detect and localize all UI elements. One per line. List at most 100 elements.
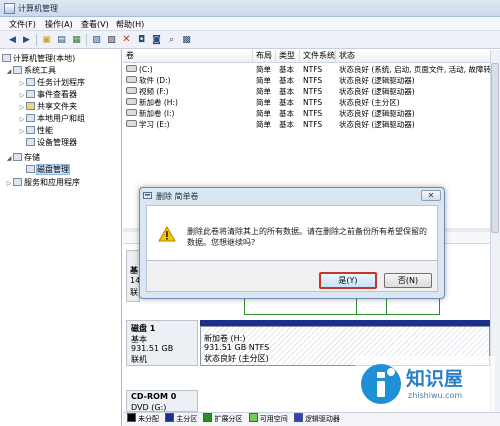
tree-item-local-users[interactable]: ▷ 本地用户和组	[18, 113, 85, 125]
clock-icon	[26, 78, 35, 86]
table-row[interactable]: 新加卷 (H:) 简单 基本 NTFS 状态良好 (主分区)	[123, 97, 500, 108]
partition-size: 931.51 GB NTFS	[204, 343, 270, 352]
cell-vol: 学习 (E:)	[123, 119, 253, 130]
cell-text: 状态良好 (逻辑驱动器)	[339, 76, 415, 85]
cell-type: 基本	[276, 86, 300, 97]
tools-icon	[13, 66, 22, 74]
watermark-text: 知识屋	[406, 368, 464, 390]
tree-item-shared-folders[interactable]: ▷ 共享文件夹	[18, 101, 77, 113]
scrollbar-thumb[interactable]	[491, 63, 499, 233]
cell-status: 状态良好 (主分区)	[336, 97, 500, 108]
window-title: 计算机管理	[18, 4, 58, 13]
search-icon[interactable]: ⌕	[165, 33, 178, 46]
cell-status: 状态良好 (系统, 启动, 页面文件, 活动, 故障转	[336, 64, 500, 75]
expand-icon[interactable]: ▷	[18, 126, 26, 138]
disk0-extended-partition[interactable]	[244, 298, 440, 315]
disk0-state: 联	[130, 288, 138, 297]
table-row[interactable]: 视频 (F:) 简单 基本 NTFS 状态良好 (逻辑驱动器)	[123, 86, 500, 97]
tree-item-disk-management[interactable]: 磁盘管理	[26, 164, 70, 176]
menu-view[interactable]: 查看(V)	[78, 18, 112, 31]
table-row[interactable]: 新加卷 (I:) 简单 基本 NTFS 状态良好 (逻辑驱动器)	[123, 108, 500, 119]
no-button[interactable]: 否(N)	[384, 273, 432, 288]
drive-icon	[126, 76, 137, 83]
cell-vol: 新加卷 (I:)	[123, 108, 253, 119]
save-icon[interactable]: ◙	[150, 33, 163, 46]
cell-type: 基本	[276, 75, 300, 86]
properties-icon[interactable]: ▧	[90, 33, 103, 46]
cdrom-name: CD-ROM 0	[131, 392, 177, 401]
disk1-state: 联机	[131, 355, 147, 364]
col-volume[interactable]: 卷	[123, 50, 253, 63]
services-icon	[13, 178, 22, 186]
tree-root[interactable]: 计算机管理(本地)	[2, 53, 75, 65]
help-icon[interactable]: ▨	[105, 33, 118, 46]
legend-label: 未分配	[138, 415, 159, 423]
cell-vol: (C:)	[123, 64, 253, 75]
cell-type: 基本	[276, 108, 300, 119]
cell-vol: 视频 (F:)	[123, 86, 253, 97]
col-filesystem[interactable]: 文件系统	[300, 50, 336, 63]
tree-services[interactable]: ▷ 服务和应用程序	[5, 177, 80, 189]
partition-divider	[386, 298, 387, 315]
refresh-icon[interactable]: ▦	[70, 33, 83, 46]
menu-help[interactable]: 帮助(H)	[113, 18, 147, 31]
tree-storage[interactable]: ◢ 存储	[5, 152, 40, 164]
cell-text: 基本	[279, 65, 294, 74]
view-icon[interactable]: ▩	[180, 33, 193, 46]
cell-fs: NTFS	[300, 64, 336, 75]
disk0-name: 基	[130, 266, 138, 275]
cell-status: 状态良好 (逻辑驱动器)	[336, 108, 500, 119]
back-icon[interactable]: ◀	[6, 33, 19, 46]
cell-fs: NTFS	[300, 75, 336, 86]
col-layout[interactable]: 布局	[253, 50, 276, 63]
tree-item-performance[interactable]: ▷ 性能	[18, 125, 53, 137]
drive-icon	[126, 109, 137, 116]
title-bar	[0, 0, 500, 17]
event-icon	[26, 90, 35, 98]
cell-text: 基本	[279, 76, 294, 85]
col-status[interactable]: 状态	[336, 50, 500, 63]
legend: 未分配 主分区 扩展分区 可用空间 逻辑驱动器	[123, 412, 500, 426]
tree-item-task-scheduler[interactable]: ▷ 任务计划程序	[18, 77, 85, 89]
expand-icon[interactable]: ▷	[5, 178, 13, 190]
delete-icon[interactable]: ✕	[120, 33, 133, 46]
disk-icon[interactable]: ◘	[135, 33, 148, 46]
users-icon	[26, 114, 35, 122]
cell-layout: 简单	[253, 64, 276, 75]
cell-layout: 简单	[253, 75, 276, 86]
table-row[interactable]: 学习 (E:) 简单 基本 NTFS 状态良好 (逻辑驱动器)	[123, 119, 500, 130]
tree-item-device-manager[interactable]: 设备管理器	[26, 137, 77, 149]
show-tree-icon[interactable]: ▤	[55, 33, 68, 46]
cell-text: 状态良好 (逻辑驱动器)	[339, 87, 415, 96]
table-row[interactable]: 软件 (D:) 简单 基本 NTFS 状态良好 (逻辑驱动器)	[123, 75, 500, 86]
cell-text: 简单	[256, 98, 271, 107]
yes-button[interactable]: 是(Y)	[319, 272, 377, 289]
close-icon[interactable]: ✕	[421, 190, 441, 201]
collapse-icon[interactable]: ◢	[5, 153, 13, 165]
menu-file[interactable]: 文件(F)	[6, 18, 39, 31]
cell-text: 状态良好 (系统, 启动, 页面文件, 活动, 故障转	[339, 65, 491, 74]
cell-vol: 软件 (D:)	[123, 75, 253, 86]
cell-text: NTFS	[303, 120, 323, 129]
folder-icon	[26, 102, 35, 110]
cell-status: 状态良好 (逻辑驱动器)	[336, 119, 500, 130]
table-row[interactable]: (C:) 简单 基本 NTFS 状态良好 (系统, 启动, 页面文件, 活动, 故障转	[123, 64, 500, 75]
up-folder-icon[interactable]: ▣	[40, 33, 53, 46]
forward-icon[interactable]: ▶	[20, 33, 33, 46]
disk-management-icon	[26, 165, 35, 173]
tree-system-tools[interactable]: ◢ 系统工具	[5, 65, 56, 77]
cell-layout: 简单	[253, 97, 276, 108]
computer-icon	[2, 54, 11, 62]
collapse-icon[interactable]: ◢	[5, 66, 13, 78]
device-icon	[26, 138, 35, 146]
tree-item-event-viewer[interactable]: ▷ 事件查看器	[18, 89, 77, 101]
col-type[interactable]: 类型	[276, 50, 300, 63]
cell-fs: NTFS	[300, 119, 336, 130]
warning-icon	[158, 226, 176, 242]
menu-action[interactable]: 操作(A)	[42, 18, 76, 31]
drive-icon	[126, 87, 137, 94]
cell-text: 简单	[256, 109, 271, 118]
cell-type: 基本	[276, 97, 300, 108]
cell-type: 基本	[276, 64, 300, 75]
cell-text: 新加卷 (I:)	[139, 109, 175, 118]
